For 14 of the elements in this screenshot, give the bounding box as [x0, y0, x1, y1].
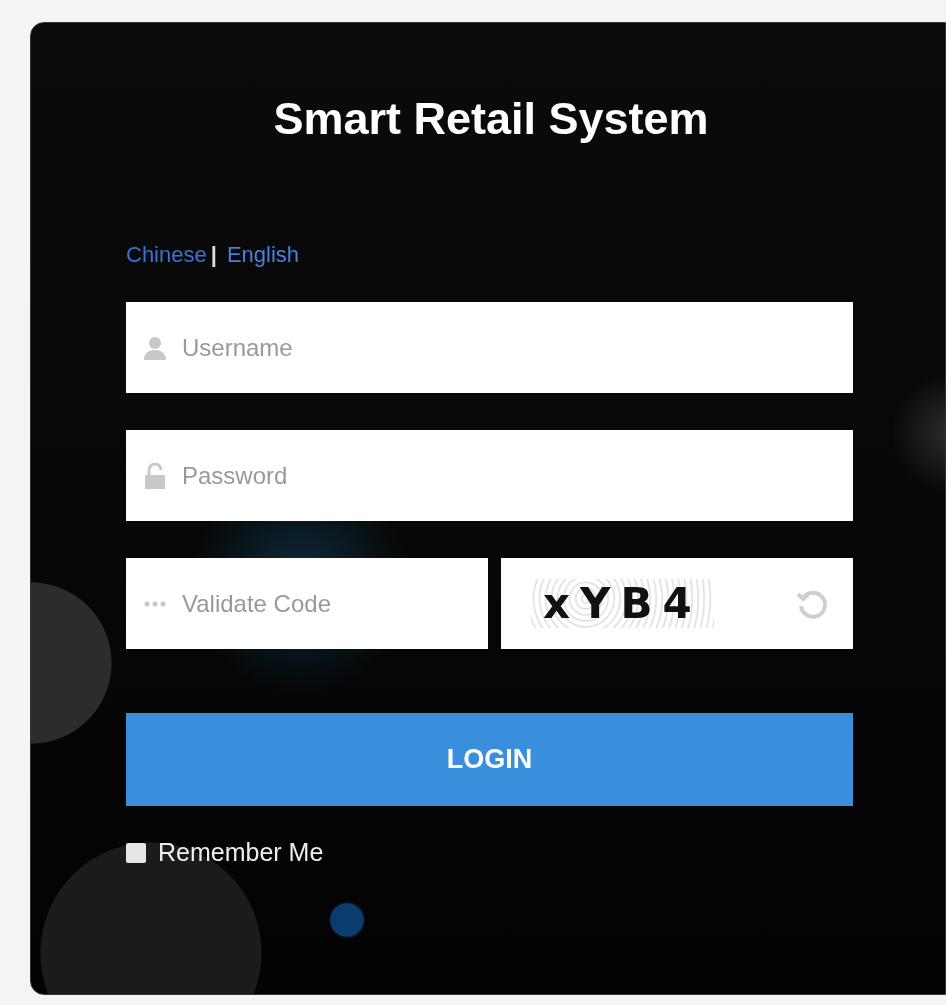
language-link[interactable]: English — [226, 242, 300, 268]
remember-checkbox[interactable] — [126, 842, 146, 863]
app-title: Smart Retail System — [272, 93, 710, 145]
login-button[interactable]: LOGIN — [126, 713, 853, 806]
password-field[interactable]: Password — [126, 430, 853, 521]
language-link[interactable]: Chinese — [126, 242, 207, 268]
language-separator: | — [210, 242, 217, 268]
remember-label: Remember Me — [158, 838, 324, 867]
validate-code-field[interactable]: Validate Code — [126, 558, 488, 649]
lock-icon — [144, 462, 166, 489]
captcha-code: xYB4 — [531, 579, 714, 628]
dots-icon — [144, 600, 166, 607]
username-field[interactable]: Username — [126, 302, 853, 393]
user-icon — [144, 335, 166, 360]
